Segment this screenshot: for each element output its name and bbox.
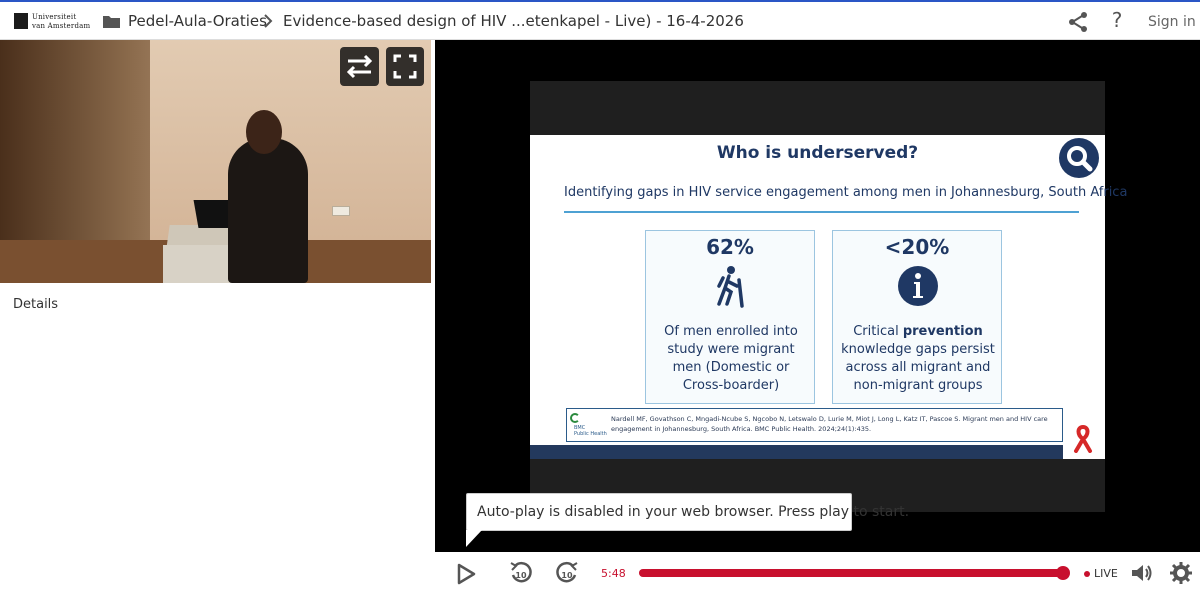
folder-icon [103, 16, 120, 28]
settings-icon[interactable] [1170, 562, 1192, 584]
slide-title: Who is underserved? [716, 143, 919, 163]
rewind-10-icon[interactable]: 10 [508, 560, 534, 586]
tooltip-pointer [466, 530, 482, 547]
stat-description: Critical prevention knowledge gaps persi… [839, 323, 997, 395]
bmc-mark [570, 413, 580, 423]
speaker-body [228, 138, 308, 283]
bmc-logo: BMC Public Health [570, 413, 607, 439]
seal-icon [14, 13, 28, 29]
info-icon [898, 266, 938, 306]
sign-in-link[interactable]: Sign in [1148, 14, 1196, 30]
breadcrumb-title: Evidence-based design of HIV ...etenkape… [283, 12, 744, 30]
current-time: 5:48 [601, 567, 626, 580]
stat-card-migrant: 62% Of men enrolled into study were migr… [645, 230, 815, 404]
play-icon[interactable] [456, 563, 476, 585]
fullscreen-button[interactable] [386, 47, 424, 86]
share-icon[interactable] [1066, 10, 1090, 34]
breadcrumb-folder[interactable]: Pedel-Aula-Oraties [128, 12, 267, 30]
swap-layout-button[interactable] [340, 47, 379, 86]
wall-socket [332, 206, 350, 216]
red-ribbon-icon [1074, 425, 1092, 453]
presentation-slide: Who is underserved? Identifying gaps in … [530, 135, 1127, 459]
stat-value: <20% [884, 235, 950, 259]
forward-10-icon[interactable]: 10 [554, 560, 580, 586]
bmc-logo-line-2: Public Health [574, 431, 607, 437]
help-icon[interactable]: ? [1106, 8, 1128, 34]
fullscreen-icon [393, 54, 417, 79]
subtitle-underline [564, 211, 1079, 213]
text-part: Critical [853, 324, 903, 339]
details-tab[interactable]: Details [13, 297, 58, 312]
live-button[interactable]: LIVE [1094, 567, 1118, 580]
progress-handle[interactable] [1055, 566, 1070, 580]
logo-line-1: Universiteit [32, 13, 77, 21]
speaker-head [246, 110, 282, 154]
slide-subtitle: Identifying gaps in HIV service engageme… [564, 185, 1128, 200]
university-logo[interactable]: Universiteit van Amsterdam [14, 11, 90, 33]
chevron-right-icon [264, 14, 273, 28]
search-icon [1059, 138, 1099, 178]
progress-fill [639, 569, 1063, 577]
stat-card-prevention: <20% Critical prevention knowledge gaps … [832, 230, 1002, 404]
reference-box: BMC Public Health Nardell MF, Govathson … [566, 408, 1063, 442]
skip-forward-label: 10 [561, 571, 573, 580]
top-bar: Universiteit van Amsterdam Pedel-Aula-Or… [0, 0, 1200, 40]
progress-bar[interactable] [639, 566, 1070, 580]
autoplay-tooltip: Auto-play is disabled in your web browse… [466, 493, 909, 531]
text-bold: prevention [902, 324, 983, 339]
logo-line-2: van Amsterdam [32, 22, 91, 30]
text-part: knowledge gaps persist across all migran… [841, 342, 995, 393]
volume-icon[interactable] [1130, 562, 1154, 584]
swap-icon [346, 54, 373, 79]
autoplay-message: Auto-play is disabled in your web browse… [477, 504, 910, 520]
slide-footer-bar [530, 445, 1063, 459]
stat-description: Of men enrolled into study were migrant … [664, 324, 798, 393]
live-indicator-dot [1084, 571, 1090, 577]
hiker-icon [717, 266, 744, 308]
citation-text: Nardell MF, Govathson C, Mngadi-Ncube S,… [611, 415, 1048, 433]
stat-value: 62% [706, 235, 754, 259]
skip-back-label: 10 [515, 571, 527, 580]
